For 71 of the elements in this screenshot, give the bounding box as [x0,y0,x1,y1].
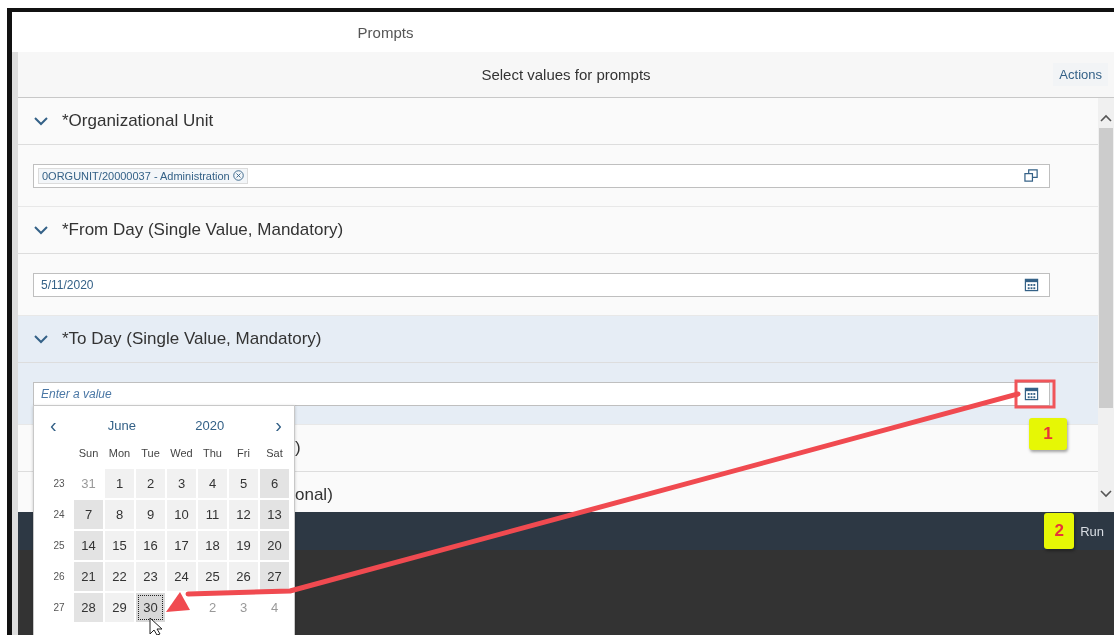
day-cell[interactable]: 21 [74,562,103,591]
week-number: 25 [52,539,66,553]
date-field[interactable]: Enter a value [33,381,1050,406]
day-cell[interactable]: 30 [136,593,165,622]
actions-button[interactable]: Actions [1053,63,1108,86]
prompt-header[interactable]: ) [295,438,301,458]
weekday-label: Wed [169,445,194,461]
day-cell[interactable]: 11 [198,500,227,529]
day-cell[interactable]: 2 [136,469,165,498]
day-cell[interactable]: 26 [229,562,258,591]
chevron-icon[interactable] [34,225,48,235]
day-cell[interactable]: 18 [198,531,227,560]
day-cell[interactable]: 7 [74,500,103,529]
day-cell[interactable]: 20 [260,531,289,560]
scroll-down-icon[interactable] [1100,490,1112,498]
day-cell[interactable]: 6 [260,469,289,498]
prompt-header[interactable]: *To Day (Single Value, Mandatory) [18,316,1098,363]
day-cell[interactable]: 23 [136,562,165,591]
day-cell[interactable]: 1 [105,469,134,498]
day-cell[interactable]: 25 [198,562,227,591]
weekday-label: Thu [202,445,223,461]
weekday-label: Mon [107,445,132,461]
scrollbar[interactable] [1098,98,1114,512]
day-cell[interactable]: 27 [260,562,289,591]
close-icon[interactable] [232,170,244,181]
day-cell[interactable]: 17 [167,531,196,560]
day-cell[interactable]: 29 [105,593,134,622]
weekday-label: Tue [140,445,161,461]
day-cell[interactable]: 22 [105,562,134,591]
next-month-button[interactable]: › [271,414,286,436]
calendar-icon[interactable] [1024,277,1039,292]
scroll-up-icon[interactable] [1100,114,1112,122]
day-cell[interactable]: 12 [229,500,258,529]
previous-month-button[interactable]: ‹ [46,414,61,436]
date-field[interactable]: 5/11/2020 [33,272,1050,297]
day-cell[interactable]: 10 [167,500,196,529]
month-button[interactable]: June [95,415,149,435]
day-cell[interactable]: 3 [167,469,196,498]
day-cell[interactable]: 16 [136,531,165,560]
chevron-icon[interactable] [34,334,48,344]
token-field[interactable]: 0ORGUNIT/20000037 - Administration [33,163,1050,188]
weekday-label: Sat [265,445,284,461]
prompt-header[interactable]: onal) [295,485,333,505]
day-cell[interactable]: 14 [74,531,103,560]
day-cell[interactable]: 9 [136,500,165,529]
day-cell[interactable]: 13 [260,500,289,529]
panel-title: Select values for prompts [481,66,651,83]
week-number: 24 [52,508,66,522]
day-cell[interactable]: 8 [105,500,134,529]
date-input[interactable]: 5/11/2020 [38,276,1024,293]
year-button[interactable]: 2020 [183,415,237,435]
run-button[interactable]: Run [1078,523,1114,539]
calendar-icon[interactable] [1024,386,1039,401]
day-cell[interactable]: 24 [167,562,196,591]
chevron-icon[interactable] [34,116,48,126]
day-cell[interactable]: 28 [74,593,103,622]
window-title: Prompts [357,23,414,41]
step-badge: 2 [1044,513,1075,549]
weekday-label: Sun [77,445,100,461]
token[interactable]: 0ORGUNIT/20000037 - Administration [38,167,248,184]
week-number: 26 [52,570,66,584]
day-cell[interactable]: 4 [198,469,227,498]
day-cell[interactable]: 15 [105,531,134,560]
week-number: 23 [52,477,66,491]
day-cell[interactable]: 19 [229,531,258,560]
week-number: 27 [52,601,66,615]
step-badge: 1 [1029,418,1067,450]
highlight-frame [1014,379,1056,409]
day-cell[interactable]: 5 [229,469,258,498]
weekday-label: Fri [236,445,251,461]
value-help-icon[interactable] [1024,168,1039,183]
